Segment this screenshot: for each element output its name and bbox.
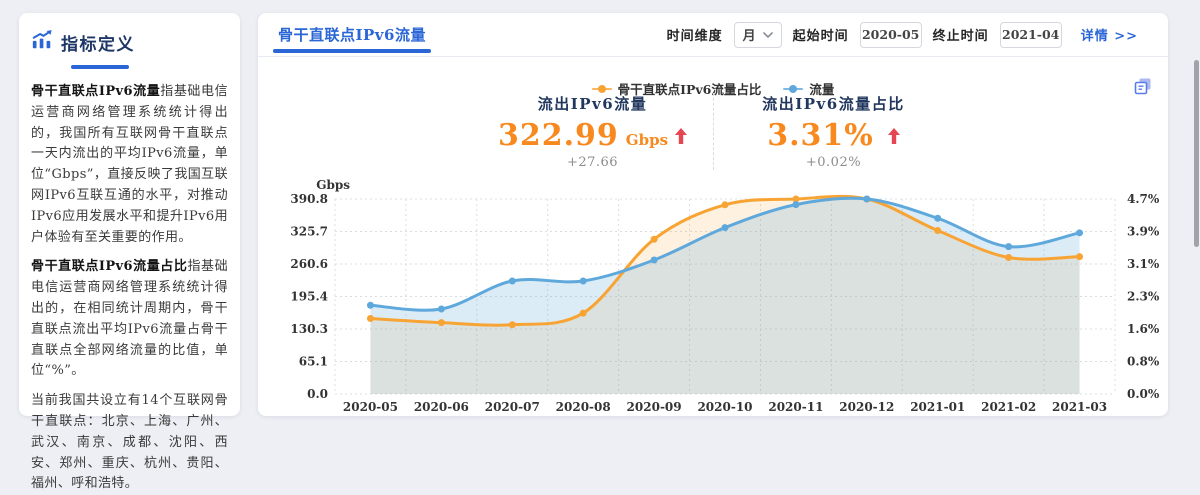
sidebar-title-underline [71,65,129,69]
svg-text:2020-06: 2020-06 [414,400,469,414]
tab-label: 骨干直联点IPv6流量 [278,24,426,45]
svg-text:2020-08: 2020-08 [556,400,611,414]
svg-text:2020-11: 2020-11 [768,400,823,414]
sidebar-header: 指标定义 [31,29,228,55]
start-time-label: 起始时间 [793,25,849,44]
ipv6-traffic-panel: 骨干直联点IPv6流量 时间维度 月 起始时间 2020-05 终止时间 202… [258,13,1168,416]
svg-text:1.6%: 1.6% [1127,322,1160,336]
kpi-row: 流出IPv6流量 322.99 Gbps +27.66 流出IPv6流量占比 3… [258,93,1168,170]
definition-paragraph: 骨干直联点IPv6流量指基础电信运营商网络管理系统统计得出的，我国所有互联网骨干… [31,82,228,248]
time-dimension-label: 时间维度 [667,25,723,44]
svg-text:0.0%: 0.0% [1127,387,1160,401]
line-chart[interactable]: Gbps390.8 325.7 260.6 195.4 130.3 65.1 0.0 4.7%… [258,177,1168,415]
details-link[interactable]: 详情 >> [1081,25,1138,44]
svg-text:2020-09: 2020-09 [627,400,682,414]
svg-text:2020-07: 2020-07 [485,400,540,414]
kpi-value: 322.99 [498,119,619,152]
chevron-down-icon [763,27,773,42]
svg-text:4.7%: 4.7% [1127,192,1160,206]
kpi-value: 3.31% [767,119,874,152]
time-controls: 时间维度 月 起始时间 2020-05 终止时间 2021-04 详情 >> [667,22,1138,48]
svg-text:195.4: 195.4 [290,290,328,304]
legend-marker-blue [783,85,803,93]
active-tab-underline [273,49,431,53]
chart-section: 骨干直联点IPv6流量占比 流量 流出IPv6流量 322.99 Gbps +2… [258,57,1168,415]
svg-text:3.9%: 3.9% [1127,225,1160,239]
panel-header: 骨干直联点IPv6流量 时间维度 月 起始时间 2020-05 终止时间 202… [258,13,1168,57]
definition-paragraph: 骨干直联点IPv6流量占比指基础电信运营商网络管理系统统计得出的，在相同统计周期… [31,257,228,382]
svg-text:390.8: 390.8 [290,192,328,206]
definition-paragraph: 当前我国共设立有14个互联网骨干直联点：北京、上海、广州、武汉、南京、成都、沈阳… [31,391,228,495]
sidebar-title: 指标定义 [61,30,135,55]
kpi-title: 流出IPv6流量占比 [734,93,934,114]
svg-text:2021-03: 2021-03 [1052,400,1107,414]
start-time-input[interactable]: 2020-05 [860,22,922,48]
indicator-definitions: 骨干直联点IPv6流量指基础电信运营商网络管理系统统计得出的，我国所有互联网骨干… [31,82,228,495]
svg-text:Gbps: Gbps [316,178,350,192]
kpi-divider [713,93,714,170]
bar-chart-trend-icon [31,29,53,55]
svg-text:2020-12: 2020-12 [839,400,894,414]
svg-text:2021-02: 2021-02 [981,400,1036,414]
svg-text:2.3%: 2.3% [1127,290,1160,304]
kpi-delta: +27.66 [493,155,693,170]
end-time-label: 终止时间 [933,25,989,44]
up-arrow-icon [675,128,687,148]
kpi-outflow-traffic: 流出IPv6流量 322.99 Gbps +27.66 [493,93,693,170]
scrollbar-thumb[interactable] [1194,60,1199,247]
time-dimension-select[interactable]: 月 [734,22,782,48]
up-arrow-icon [888,128,900,148]
svg-text:260.6: 260.6 [290,257,328,271]
indicator-definition-card: 指标定义 骨干直联点IPv6流量指基础电信运营商网络管理系统统计得出的，我国所有… [19,13,240,416]
svg-text:0.0: 0.0 [307,387,328,401]
legend-marker-orange [592,85,612,93]
svg-text:3.1%: 3.1% [1127,257,1160,271]
kpi-delta: +0.02% [734,155,934,170]
kpi-outflow-ratio: 流出IPv6流量占比 3.31% +0.02% [734,93,934,170]
tab-backbone-ipv6-traffic[interactable]: 骨干直联点IPv6流量 [278,13,426,56]
time-dimension-value: 月 [743,25,756,44]
svg-text:130.3: 130.3 [290,322,328,336]
kpi-title: 流出IPv6流量 [493,93,693,114]
svg-text:2021-01: 2021-01 [910,400,965,414]
end-time-input[interactable]: 2021-04 [1000,22,1062,48]
svg-text:2020-05: 2020-05 [343,400,398,414]
svg-text:0.8%: 0.8% [1127,355,1160,369]
kpi-unit: Gbps [626,131,668,149]
svg-text:65.1: 65.1 [299,355,328,369]
svg-text:325.7: 325.7 [290,225,328,239]
data-view-icon[interactable] [1134,77,1152,95]
svg-text:2020-10: 2020-10 [697,400,752,414]
